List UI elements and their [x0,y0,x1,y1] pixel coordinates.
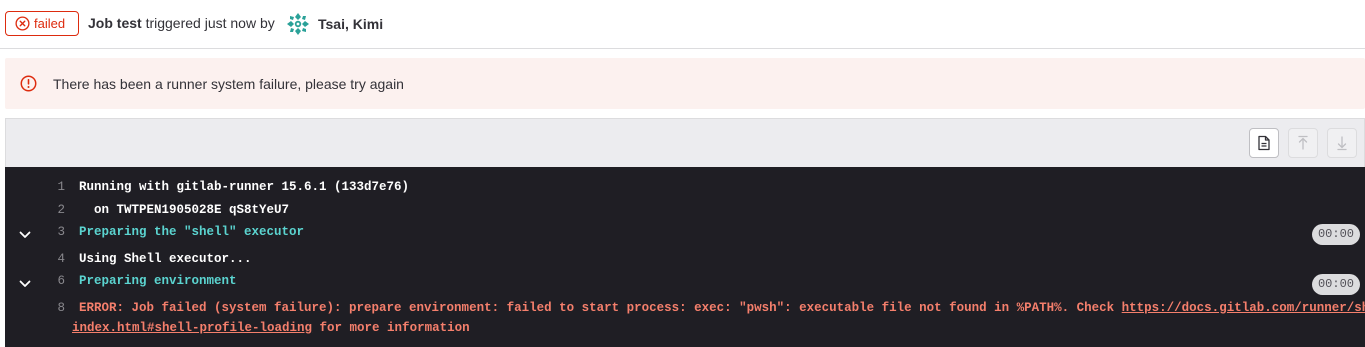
line-number[interactable]: 3 [45,225,65,239]
line-number[interactable]: 4 [45,252,65,266]
docs-link[interactable]: https://docs.gitlab.com/runner/shells/ [1122,301,1365,315]
section-title: Preparing environment [79,274,237,288]
chevron-down-icon[interactable] [18,228,32,242]
arrow-up-icon [1298,135,1308,150]
line-number[interactable]: 8 [45,301,65,315]
log-text: Using Shell executor... [79,252,252,266]
log-section-header[interactable]: 3 Preparing the "shell" executor 00:00 [5,224,1365,245]
job-header: failed Job test triggered just now by Ts… [0,0,1365,49]
error-message: ERROR: Job failed (system failure): prep… [79,301,1122,315]
scroll-bottom-button[interactable] [1327,128,1357,158]
log-text: on TWTPEN1905028E qS8tYeU7 [79,203,290,217]
log-toolbar [5,118,1365,167]
alert-message: There has been a runner system failure, … [53,76,404,92]
chevron-down-icon[interactable] [18,277,32,291]
error-icon [20,75,37,92]
log-line-error: 8 ERROR: Job failed (system failure): pr… [5,301,1365,343]
triggered-text: triggered just now by [141,15,275,31]
line-number[interactable]: 1 [45,180,65,194]
log-section-header[interactable]: 6 Preparing environment 00:00 [5,274,1365,295]
scroll-top-button[interactable] [1288,128,1318,158]
job-log[interactable]: 1 Running with gitlab-runner 15.6.1 (133… [5,167,1365,347]
status-failed-icon [15,16,30,31]
log-line: 4 Using Shell executor... [5,252,1365,272]
log-line: 1 Running with gitlab-runner 15.6.1 (133… [5,180,1365,200]
log-line: 2 on TWTPEN1905028E qS8tYeU7 [5,203,1365,223]
error-text: ERROR: Job failed (system failure): prep… [79,301,1365,315]
show-raw-button[interactable] [1249,128,1279,158]
arrow-down-icon [1337,136,1347,151]
job-name: Job test [88,15,142,31]
user-name[interactable]: Tsai, Kimi [318,16,383,32]
status-label: failed [34,16,66,31]
document-icon [1258,135,1270,151]
error-text-continued: index.html#shell-profile-loading for mor… [72,321,470,335]
job-summary: Job test triggered just now by [88,15,275,32]
section-duration: 00:00 [1312,274,1360,295]
section-duration: 00:00 [1312,224,1360,245]
log-text: Running with gitlab-runner 15.6.1 (133d7… [79,180,410,194]
line-number[interactable]: 6 [45,274,65,288]
failure-alert: There has been a runner system failure, … [5,58,1365,109]
line-number[interactable]: 2 [45,203,65,217]
docs-link-continued[interactable]: index.html#shell-profile-loading [72,321,312,335]
error-suffix: for more information [312,321,470,335]
status-badge[interactable]: failed [5,11,79,36]
section-title: Preparing the "shell" executor [79,225,305,239]
avatar[interactable] [286,12,310,36]
